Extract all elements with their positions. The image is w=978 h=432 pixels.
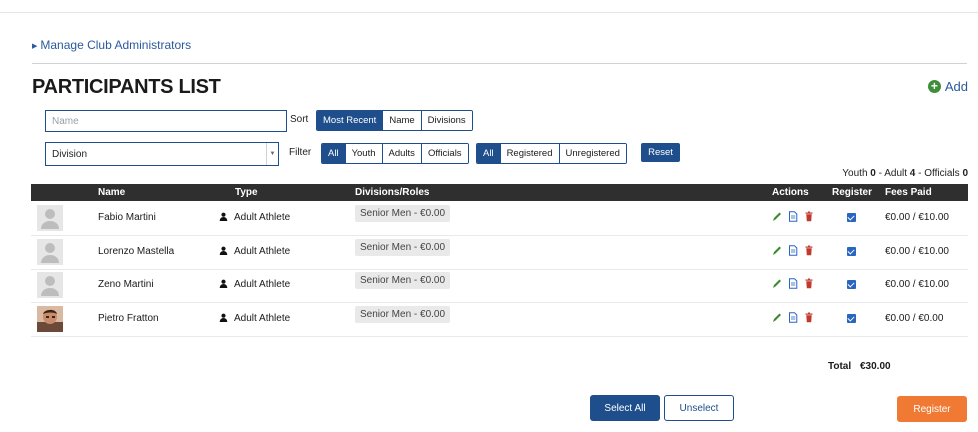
participant-type-label: Adult Athlete bbox=[234, 312, 291, 324]
participant-name: Lorenzo Mastella bbox=[98, 245, 175, 257]
fees-paid: €0.00 / €10.00 bbox=[885, 212, 949, 223]
person-icon bbox=[219, 212, 228, 221]
table-row: Lorenzo Mastella Adult Athlete Senior Men … bbox=[31, 235, 968, 270]
register-checkbox[interactable] bbox=[847, 213, 856, 222]
caret-right-icon: ▶ bbox=[32, 43, 38, 50]
officials-count: 0 bbox=[962, 168, 968, 179]
fees-paid: €0.00 / €10.00 bbox=[885, 245, 949, 257]
table-row: Fabio Martini Adult Athlete Senior Men - €… bbox=[31, 201, 968, 236]
top-divider bbox=[0, 12, 978, 13]
register-checkbox[interactable] bbox=[847, 280, 856, 289]
sort-label: Sort bbox=[290, 114, 309, 125]
participant-name: Pietro Fratton bbox=[98, 312, 159, 324]
register-checkbox[interactable] bbox=[847, 246, 856, 256]
pencil-icon[interactable] bbox=[772, 312, 782, 323]
trash-icon[interactable] bbox=[804, 245, 814, 256]
header-actions: Actions bbox=[772, 187, 809, 198]
division-tag: Senior Men - €0.00 bbox=[355, 272, 451, 289]
total-label: Total bbox=[828, 361, 852, 372]
avatar bbox=[37, 238, 63, 265]
filter-status-unregistered[interactable]: Unregistered bbox=[559, 144, 626, 163]
participant-type-label: Adult Athlete bbox=[234, 212, 291, 223]
participant-type-label: Adult Athlete bbox=[234, 279, 291, 290]
filter-status-all[interactable]: All bbox=[477, 144, 501, 163]
participant-type-label: Adult Athlete bbox=[234, 245, 291, 257]
pencil-icon[interactable] bbox=[772, 211, 782, 222]
youth-count-label: Youth bbox=[842, 168, 868, 179]
document-icon[interactable] bbox=[788, 211, 798, 222]
total-value: €30.00 bbox=[860, 361, 891, 372]
chevron-down-icon: ▼ bbox=[266, 143, 278, 165]
filter-status-registered[interactable]: Registered bbox=[500, 144, 560, 163]
trash-icon[interactable] bbox=[804, 312, 814, 323]
officials-count-label: Officials bbox=[924, 168, 960, 179]
manage-club-administrators-link[interactable]: ▶ Manage Club Administrators bbox=[32, 38, 191, 52]
sort-divisions[interactable]: Divisions bbox=[421, 111, 472, 130]
filter-type-officials[interactable]: Officials bbox=[421, 144, 468, 163]
fees-paid: €0.00 / €0.00 bbox=[885, 312, 944, 324]
reset-button[interactable]: Reset bbox=[641, 143, 680, 162]
unselect-button[interactable]: Unselect bbox=[664, 395, 734, 421]
trash-icon[interactable] bbox=[804, 278, 814, 289]
register-checkbox[interactable] bbox=[847, 313, 856, 323]
add-participant-button[interactable]: + Add bbox=[927, 79, 968, 94]
select-all-button[interactable]: Select All bbox=[590, 395, 660, 421]
participant-type: Adult Athlete bbox=[219, 313, 290, 324]
filter-type-group: All Youth Adults Officials bbox=[321, 143, 469, 164]
count-separator: - bbox=[878, 168, 882, 179]
trash-icon[interactable] bbox=[804, 211, 814, 222]
table-row: Pietro Fratton Adult Athlete Senior Men - … bbox=[31, 302, 968, 337]
name-search-input[interactable] bbox=[45, 110, 287, 132]
participant-type: Adult Athlete bbox=[219, 279, 290, 290]
filter-type-youth[interactable]: Youth bbox=[345, 144, 383, 163]
participant-type: Adult Athlete bbox=[219, 246, 290, 257]
division-tag: Senior Men - €0.00 bbox=[355, 305, 451, 323]
adult-count: 4 bbox=[909, 168, 916, 179]
participant-name: Fabio Martini bbox=[98, 212, 156, 223]
avatar bbox=[37, 272, 63, 298]
section-divider bbox=[32, 63, 967, 64]
filter-type-all[interactable]: All bbox=[322, 144, 346, 163]
division-tag: Senior Men - €0.00 bbox=[355, 238, 451, 256]
filter-label: Filter bbox=[289, 147, 312, 158]
sort-button-group: Most Recent Name Divisions bbox=[316, 110, 473, 131]
document-icon[interactable] bbox=[788, 311, 798, 323]
person-icon bbox=[219, 246, 228, 255]
document-icon[interactable] bbox=[788, 244, 798, 256]
fees-paid: €0.00 / €10.00 bbox=[885, 279, 949, 290]
division-select[interactable]: Division ▼ bbox=[45, 142, 279, 166]
adult-count-label: Adult bbox=[884, 168, 908, 179]
add-label: Add bbox=[944, 79, 968, 94]
header-divisions: Divisions/Roles bbox=[355, 187, 430, 198]
count-separator: - bbox=[918, 168, 922, 179]
participant-name: Zeno Martini bbox=[98, 279, 154, 290]
participant-counts: Youth 0 - Adult 4 - Officials 0 bbox=[842, 168, 968, 179]
page-title: PARTICIPANTS LIST bbox=[32, 76, 221, 98]
avatar bbox=[37, 205, 63, 231]
header-type: Type bbox=[235, 187, 258, 198]
person-icon bbox=[219, 279, 228, 288]
participant-type: Adult Athlete bbox=[219, 212, 290, 223]
avatar bbox=[37, 305, 63, 332]
division-select-value: Division bbox=[52, 148, 88, 160]
person-icon bbox=[219, 313, 228, 322]
document-icon[interactable] bbox=[788, 278, 798, 289]
header-name: Name bbox=[98, 187, 126, 198]
youth-count: 0 bbox=[870, 168, 876, 179]
sort-name[interactable]: Name bbox=[383, 111, 422, 130]
register-button[interactable]: Register bbox=[897, 396, 967, 422]
filter-type-adults[interactable]: Adults bbox=[382, 144, 422, 163]
header-fees: Fees Paid bbox=[885, 187, 932, 198]
table-row: Zeno Martini Adult Athlete Senior Men - €0… bbox=[31, 268, 968, 303]
table-header: Name Type Divisions/Roles Actions Regist… bbox=[31, 184, 968, 201]
header-register: Register bbox=[832, 187, 873, 198]
filter-status-group: All Registered Unregistered bbox=[476, 143, 627, 164]
sort-most-recent[interactable]: Most Recent bbox=[317, 111, 384, 130]
pencil-icon[interactable] bbox=[772, 278, 782, 289]
manage-link-label: Manage Club Administrators bbox=[40, 38, 192, 52]
plus-circle-icon: + bbox=[927, 80, 941, 93]
division-tag: Senior Men - €0.00 bbox=[355, 205, 451, 222]
pencil-icon[interactable] bbox=[772, 245, 782, 256]
